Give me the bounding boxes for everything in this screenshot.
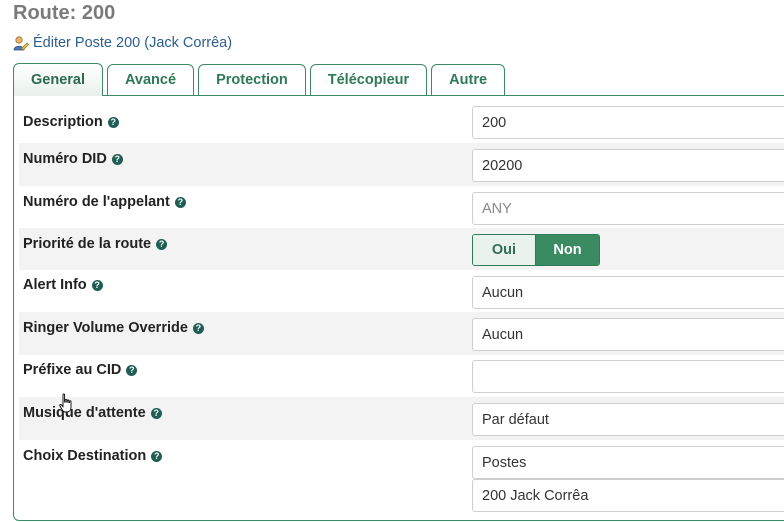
ringer-select[interactable]: Aucun xyxy=(472,318,784,351)
tab-protection[interactable]: Protection xyxy=(198,64,306,95)
help-icon[interactable]: ? xyxy=(111,153,123,165)
destination-type-select[interactable]: Postes xyxy=(472,446,784,479)
destination-target-select[interactable]: 200 Jack Corrêa xyxy=(472,479,784,512)
form-row-description: Description ? 200 xyxy=(19,101,784,143)
user-edit-icon xyxy=(13,35,29,51)
ringer-label: Ringer Volume Override xyxy=(23,320,188,336)
moh-label: Musique d'attente xyxy=(23,405,146,421)
description-label: Description xyxy=(23,114,103,130)
tab-bar: General Avancé Protection Télécopieur Au… xyxy=(13,63,506,96)
moh-select[interactable]: Par défaut xyxy=(472,403,784,436)
alert-info-select[interactable]: Aucun xyxy=(472,276,784,309)
form-row-alert-info: Alert Info ? Aucun xyxy=(19,270,784,312)
priority-toggle: Oui Non xyxy=(472,234,600,266)
priority-label: Priorité de la route xyxy=(23,236,152,252)
caller-input[interactable]: ANY xyxy=(472,192,784,225)
form-row-cid-prefix: Préfixe au CID ? xyxy=(19,355,784,397)
description-input[interactable]: 200 xyxy=(472,106,784,139)
form-row-moh: Musique d'attente ? Par défaut xyxy=(19,397,784,440)
did-label: Numéro DID xyxy=(23,151,107,167)
help-icon[interactable]: ? xyxy=(107,116,119,128)
help-icon[interactable]: ? xyxy=(126,364,138,376)
form-row-ringer: Ringer Volume Override ? Aucun xyxy=(19,312,784,355)
tab-general[interactable]: General xyxy=(13,63,103,96)
priority-no-button[interactable]: Non xyxy=(535,235,599,265)
help-icon[interactable]: ? xyxy=(174,196,186,208)
help-icon[interactable]: ? xyxy=(192,322,204,334)
form-row-priority: Priorité de la route ? Oui Non xyxy=(19,228,784,270)
help-icon[interactable]: ? xyxy=(156,238,168,250)
form-row-destination: Choix Destination ? Postes 200 Jack Corr… xyxy=(19,440,784,520)
alert-info-label: Alert Info xyxy=(23,277,87,293)
edit-extension-link[interactable]: Éditer Poste 200 (Jack Corrêa) xyxy=(13,34,232,52)
cid-prefix-label: Préfixe au CID xyxy=(23,362,122,378)
tab-autre[interactable]: Autre xyxy=(431,64,506,95)
page-title: Route: 200 xyxy=(13,2,116,24)
cid-prefix-input[interactable] xyxy=(472,360,784,393)
edit-extension-label: Éditer Poste 200 (Jack Corrêa) xyxy=(33,35,233,51)
help-icon[interactable]: ? xyxy=(150,407,162,419)
tab-telecopieur[interactable]: Télécopieur xyxy=(309,64,428,95)
help-icon[interactable]: ? xyxy=(91,279,103,291)
general-panel: Description ? 200 Numéro DID ? 20200 Num… xyxy=(13,95,784,521)
caller-label: Numéro de l'appelant xyxy=(23,194,170,210)
destination-label: Choix Destination xyxy=(23,448,147,464)
form-row-did: Numéro DID ? 20200 xyxy=(19,143,784,186)
tab-avance[interactable]: Avancé xyxy=(107,64,195,95)
help-icon[interactable]: ? xyxy=(151,450,163,462)
did-input[interactable]: 20200 xyxy=(472,149,784,182)
form-row-caller: Numéro de l'appelant ? ANY xyxy=(19,186,784,228)
priority-yes-button[interactable]: Oui xyxy=(473,235,535,265)
